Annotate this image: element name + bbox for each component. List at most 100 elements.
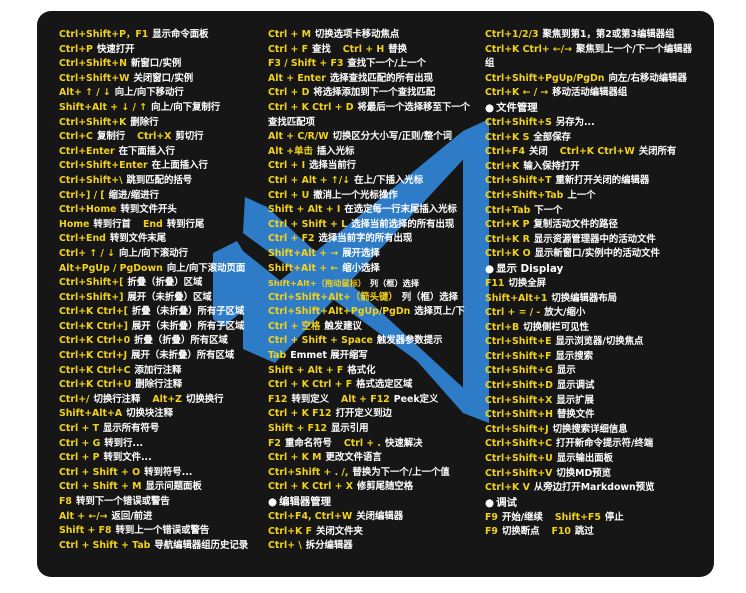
shortcut-desc: 转到下一个错误或警告 [75,496,170,507]
shortcut-key: Ctrl+K S [485,131,530,143]
shortcut-desc: 关闭所有 [638,146,677,158]
shortcut-row: Ctrl+K Ctrl+0 折叠（折叠）所有区域 [59,334,265,349]
shortcut-key: F12 [268,393,288,405]
shortcut-desc: 替换 [388,43,407,55]
shortcut-key: F9 [485,511,498,523]
shortcut-key: Ctrl + G [59,437,101,449]
shortcut-row: Ctrl+Home 转到文件开头 [59,203,265,218]
shortcut-desc: 切换断点 [501,526,540,538]
shortcut-key: Ctrl+K Ctrl+ ←/→ [485,43,573,55]
shortcut-key: Ctrl+Shift+H [485,409,553,421]
shortcut-key: F8 [59,496,72,507]
shortcut-key: Ctrl+K P [485,219,530,231]
shortcut-row: Ctrl+Shift+F 显示搜索 [485,350,701,365]
shortcut-key: Ctrl+K Ctrl+U [59,379,132,391]
shortcut-desc: 切换选项卡移动焦点 [314,29,400,40]
shortcut-key: Ctrl+K [485,160,520,172]
shortcut-row: Ctrl+K Ctrl+] 展开（未折叠）所有子区域 [59,320,265,335]
shortcut-desc: 聚焦到第1，第2或第3编辑器组 [542,29,675,40]
shortcut-row: Alt +单击 插入光标 [268,145,474,160]
shortcut-desc: 在上面插入行 [151,160,208,172]
shortcut-row: Ctrl+B 切换侧栏可见性 [485,321,701,336]
shortcut-row: Ctrl + U 撤消上一个光标操作 [268,189,474,204]
shortcut-key: Alt +单击 [268,145,313,157]
shortcut-row: Ctrl+1/2/3 聚焦到第1，第2或第3编辑器组 [485,28,701,43]
shortcut-key: Ctrl+Shift+T [485,175,552,187]
shortcut-row: Ctrl+K ← / → 移动活动编辑器组 [485,86,701,101]
shortcut-row: Ctrl+Shift+T 重新打开关闭的编辑器 [485,174,701,189]
shortcut-row: Ctrl + K Ctrl + D 将最后一个选择移至下一个查找匹配项 [268,101,474,130]
shortcut-row: Ctrl + K Ctrl + X 修剪尾随空格 [268,480,474,495]
shortcut-key: Ctrl+K O [485,248,531,260]
shortcut-row: Ctrl+ \ 拆分编辑器 [268,539,474,554]
shortcut-desc: 复制行 [96,131,126,143]
shortcut-row: Shift+Alt+1 切换编辑器布局 [485,292,701,307]
shortcut-key: Ctrl+Shift + . /, [268,466,349,478]
shortcut-desc: 下一个 [534,204,563,216]
shortcut-key: Ctrl + 空格 [268,320,321,332]
section-title: 调试 [496,496,517,509]
shortcut-row: Ctrl+P 快速打开 [59,43,265,58]
bullet-icon: ● [268,496,278,508]
shortcut-key: Shift+Alt + → [268,247,339,259]
shortcut-desc: 折叠（未折叠）所有子区域 [131,306,245,318]
shortcut-key: Ctrl+1/2/3 [485,29,539,40]
shortcut-desc: 展开（未折叠）区域 [127,291,212,303]
shortcut-key: Ctrl + K Ctrl + D [268,101,354,113]
shortcut-key: End [142,218,163,230]
bullet-icon: ● [485,262,495,275]
shortcut-desc: 转到文件末尾 [109,233,167,245]
shortcut-key: Ctrl + F [268,43,308,55]
shortcut-key: Alt+ ↑ / ↓ [59,87,111,99]
section-heading: ● 显示 Display [485,262,701,277]
shortcut-row: Ctrl+Shift+] 展开（未折叠）区域 [59,291,265,306]
shortcut-desc: 折叠（折叠）区域 [127,277,203,289]
shortcut-key: Ctrl+Shift+S [485,116,552,128]
shortcut-desc: 显示扩展 [556,394,594,406]
shortcut-desc: 输入保持打开 [523,160,580,172]
shortcut-desc: 转到符号... [144,466,193,478]
shortcut-key: Ctrl+Tab [485,204,531,216]
shortcut-row: Ctrl + D 将选择添加到下一个查找匹配 [268,86,474,101]
shortcut-row: Ctrl+Shift+\ 跳到匹配的括号 [59,174,265,189]
shortcut-desc: 全部保存 [533,131,571,143]
shortcut-desc: 切换编辑器布局 [551,292,618,304]
shortcut-desc: 新窗口/实例 [130,58,182,70]
shortcut-desc: 另存为... [555,116,595,128]
shortcut-key: Ctrl+K F [268,525,312,537]
shortcut-key: Shift+Alt+A [59,408,123,420]
shortcut-key: Ctrl+B [485,321,520,333]
shortcut-desc: 折叠（折叠）所有区域 [134,335,228,347]
shortcut-key: Shift+Alt+1 [485,292,548,304]
shortcut-row: Ctrl + = / - 放大/缩小 [485,306,701,321]
shortcut-desc: 添加行注释 [134,364,182,376]
shortcut-row: Ctrl + Shift + M 显示问题面板 [59,480,265,495]
shortcut-desc: 向左/右移动编辑器 [608,72,687,84]
shortcut-key: Ctrl + U [268,189,310,201]
shortcut-row: Ctrl+Shift+[折叠（折叠）区域 [59,276,265,291]
shortcut-key: Alt + Enter [268,72,326,84]
shortcut-row: Ctrl+K Ctrl+U 删除行注释 [59,378,265,393]
shortcut-desc: 放大/缩小 [544,307,586,319]
shortcut-row: Ctrl + K M 更改文件语言 [268,451,474,466]
shortcut-key: Ctrl + P [59,452,100,464]
shortcut-desc: 切换行注释 [93,393,141,405]
shortcut-key: Ctrl + D [268,87,310,99]
shortcut-desc: 关闭窗口/实例 [133,72,194,84]
shortcut-key: Ctrl + Shift + O [59,466,141,478]
shortcut-key: Ctrl+Shift+C [485,438,552,450]
shortcut-key: Ctrl+K ← / → [485,87,549,99]
shortcut-mousepad: Ctrl+Shift+P，F1 显示命令面板 Ctrl+P 快速打开 Ctrl+Shif… [37,11,714,577]
shortcut-row: Shift+Alt + ← 缩小选择 [268,262,474,277]
shortcut-key: Ctrl+Shift+E [485,336,552,348]
shortcut-desc: 跳过 [574,526,594,538]
shortcut-desc: 展开（未折叠）所有区域 [131,350,235,362]
shortcut-desc: 触发建议 [324,320,362,332]
section-title: 编辑器管理 [279,496,332,508]
shortcut-desc: 转到行尾 [166,218,205,230]
shortcut-desc: 关闭 [528,146,548,158]
shortcut-desc: 从旁边打开Markdown预览 [533,482,655,494]
shortcut-row: Ctrl+Shift+X 显示扩展 [485,394,701,409]
shortcut-row: Ctrl + M 切换选项卡移动焦点 [268,28,474,43]
shortcut-row: Ctrl + I 选择当前行 [268,159,474,174]
